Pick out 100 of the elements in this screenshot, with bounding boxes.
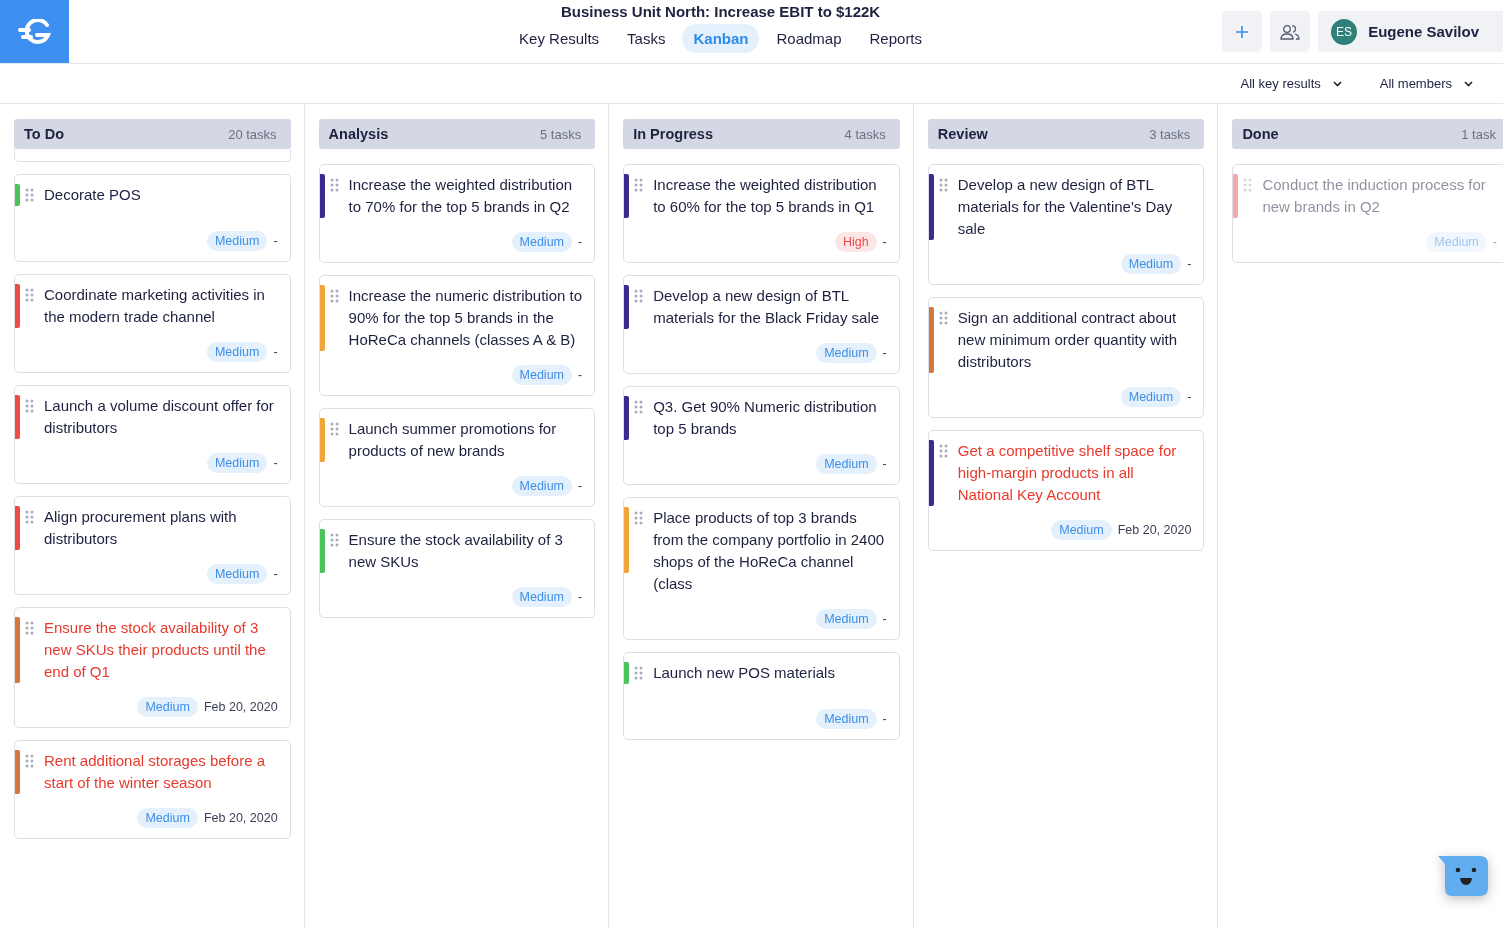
drag-handle-icon[interactable] xyxy=(329,422,339,436)
due-date: Feb 20, 2020 xyxy=(1117,523,1192,537)
user-avatar: ES xyxy=(1331,18,1358,45)
task-card[interactable]: Develop a new design of BTL materials for the Black Friday sale Medium - xyxy=(623,275,900,374)
task-title: Launch summer promotions for products of new brands xyxy=(348,419,558,461)
due-date: - xyxy=(578,368,583,382)
task-title: Conduct the induction process for new brands in Q2 xyxy=(1262,175,1487,217)
task-title: Develop a new design of BTL materials for the Black Friday sale xyxy=(653,286,881,328)
drag-handle-icon[interactable] xyxy=(25,510,34,524)
priority-badge: Medium xyxy=(816,454,877,474)
task-count: 5 tasks xyxy=(540,126,582,142)
priority-badge: Medium xyxy=(206,231,268,251)
due-date: - xyxy=(1492,235,1497,249)
chevron-down-icon xyxy=(1464,80,1473,87)
drag-handle-icon[interactable] xyxy=(329,178,339,192)
task-card[interactable]: Increase the numeric distribution to 90% for the top 5 brands in the HoReCa channels (classes A & B) Medium - xyxy=(318,275,596,396)
priority-badge: Medium xyxy=(816,343,877,363)
due-date: - xyxy=(578,479,583,493)
task-card[interactable]: Rent additional storages before a start of the winter season Medium Feb 20, 2020 xyxy=(14,740,291,839)
column-title: Analysis xyxy=(328,126,389,142)
members-button[interactable] xyxy=(1270,11,1311,52)
task-card[interactable]: Q3. Get 90% Numeric distribution top 5 brands Medium - xyxy=(623,386,900,485)
task-card[interactable]: Ensure the stock availability of 3 new SKUs Medium - xyxy=(318,519,596,618)
priority-badge: Medium xyxy=(137,808,198,828)
priority-badge: Medium xyxy=(816,709,877,729)
logo-icon xyxy=(16,18,53,45)
drag-handle-icon[interactable] xyxy=(938,311,948,325)
task-title: Ensure the stock availability of 3 new SKUs their products until the end of Q1 xyxy=(44,618,267,682)
drag-handle-icon[interactable] xyxy=(329,533,339,547)
column-title: In Progress xyxy=(633,126,713,142)
priority-badge: Medium xyxy=(206,564,268,584)
people-icon xyxy=(1280,23,1301,40)
task-count: 20 tasks xyxy=(228,126,277,142)
task-title: Ensure the stock availability of 3 new SKUs xyxy=(348,530,564,572)
drag-handle-icon[interactable] xyxy=(938,444,948,458)
drag-handle-icon[interactable] xyxy=(25,621,34,635)
column-title: To Do xyxy=(24,126,64,142)
task-card[interactable]: Launch new POS materials Medium - xyxy=(623,652,900,740)
app-logo[interactable] xyxy=(0,0,69,63)
task-card[interactable]: Get a competitive shelf space for high-margin products in all National Key Account Medium Feb 20, 2020 xyxy=(927,430,1205,551)
due-date: - xyxy=(882,235,887,249)
task-title: Decorate POS xyxy=(44,185,141,205)
nav-tab[interactable]: Roadmap xyxy=(765,24,853,53)
priority-badge: Medium xyxy=(206,453,268,473)
task-count: 3 tasks xyxy=(1149,126,1191,142)
task-title: Place products of top 3 brands from the company portfolio in 2400 shops of the HoReCa channel (class xyxy=(653,508,886,594)
task-card[interactable]: Increase the weighted distribution to 60% for the top 5 brands in Q1 High - xyxy=(623,164,900,263)
due-date: - xyxy=(578,590,583,604)
add-button[interactable] xyxy=(1222,11,1263,52)
smiley-chat-icon xyxy=(1438,856,1490,898)
drag-handle-icon[interactable] xyxy=(634,178,644,192)
priority-badge: Medium xyxy=(1051,520,1112,540)
task-title: Increase the weighted distribution to 70% for the top 5 brands in Q2 xyxy=(348,175,574,217)
due-date: - xyxy=(882,457,887,471)
task-title: Launch a volume discount offer for distributors xyxy=(44,396,275,438)
drag-handle-icon[interactable] xyxy=(329,289,339,303)
drag-handle-icon[interactable] xyxy=(25,399,34,413)
task-card[interactable]: Launch a volume discount offer for distributors Medium - xyxy=(14,385,291,484)
user-menu[interactable]: ES Eugene Savilov xyxy=(1318,11,1503,52)
priority-badge: Medium xyxy=(511,476,572,496)
task-card[interactable]: Launch summer promotions for products of new brands Medium - xyxy=(318,408,596,507)
task-card[interactable]: Coordinate marketing activities in the modern trade channel Medium - xyxy=(14,274,291,373)
drag-handle-icon[interactable] xyxy=(25,754,34,768)
task-card[interactable]: Decorate POS Medium - xyxy=(14,174,291,262)
priority-badge: Medium xyxy=(511,365,572,385)
drag-handle-icon[interactable] xyxy=(25,288,34,302)
drag-handle-icon[interactable] xyxy=(634,400,644,414)
task-card[interactable]: Ensure the stock availability of 3 new SKUs their products until the end of Q1 Medium Feb 20, 2020 xyxy=(14,607,291,728)
drag-handle-icon[interactable] xyxy=(634,289,644,303)
task-card[interactable]: Align procurement plans with distributors Medium - xyxy=(14,496,291,595)
task-card[interactable]: Increase the weighted distribution to 70% for the top 5 brands in Q2 Medium - xyxy=(318,164,596,263)
plus-icon xyxy=(1236,25,1249,38)
drag-handle-icon[interactable] xyxy=(634,511,644,525)
column-title: Review xyxy=(937,126,988,142)
task-card[interactable]: Develop a new design of BTL materials for the Valentine's Day sale Medium - xyxy=(927,164,1205,285)
drag-handle-icon[interactable] xyxy=(1243,178,1253,192)
nav-tab[interactable]: Reports xyxy=(858,24,934,53)
nav-tab[interactable]: Key Results xyxy=(508,24,611,53)
filter-dropdown[interactable]: All key results xyxy=(1234,75,1348,92)
priority-badge: High xyxy=(834,232,877,252)
task-count: 1 task xyxy=(1461,126,1496,142)
task-card[interactable]: Sign an additional contract about new minimum order quantity with distributors Medium - xyxy=(927,297,1205,418)
priority-badge: Medium xyxy=(137,697,198,717)
nav-tab[interactable]: Tasks xyxy=(616,24,677,53)
drag-handle-icon[interactable] xyxy=(634,666,644,680)
task-card[interactable]: Place products of top 3 brands from the company portfolio in 2400 shops of the HoReCa channel (class Medium - xyxy=(623,497,900,640)
priority-badge: Medium xyxy=(1426,232,1487,252)
priority-badge: Medium xyxy=(1120,387,1182,407)
task-title: Get a competitive shelf space for high-margin products in all National Key Account xyxy=(957,441,1178,505)
drag-handle-icon[interactable] xyxy=(938,178,948,192)
due-date: - xyxy=(273,234,278,248)
filter-dropdown[interactable]: All members xyxy=(1373,75,1479,92)
priority-badge: Medium xyxy=(511,587,572,607)
task-title: Increase the weighted distribution to 60% for the top 5 brands in Q1 xyxy=(653,175,878,217)
task-title: Increase the numeric distribution to 90% for the top 5 brands in the HoReCa channels (classes A & B) xyxy=(348,286,583,350)
drag-handle-icon[interactable] xyxy=(25,188,34,202)
due-date: - xyxy=(578,235,583,249)
due-date: - xyxy=(273,567,278,581)
due-date: - xyxy=(273,456,278,470)
priority-badge: Medium xyxy=(816,609,877,629)
